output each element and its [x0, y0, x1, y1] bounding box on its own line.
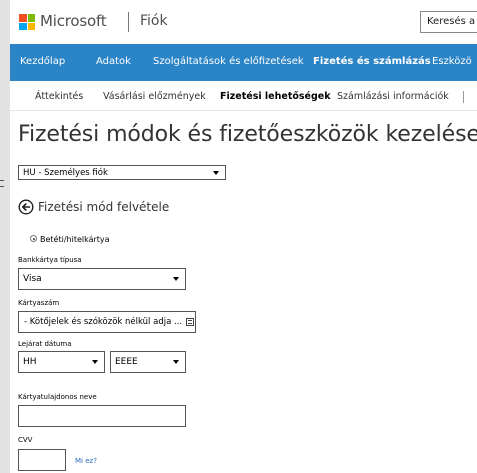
chevron-down-icon [213, 170, 219, 175]
card-type-radio[interactable] [30, 235, 37, 242]
microsoft-logo-icon[interactable] [19, 14, 35, 30]
subnav-item-billing-info[interactable]: Számlázási információk [337, 91, 449, 102]
topnav-item-payment-billing[interactable]: Fizetés és számlázás [313, 56, 431, 67]
chevron-down-icon [173, 360, 179, 364]
brand-name[interactable]: Microsoft [40, 12, 107, 30]
chevron-down-icon [92, 360, 98, 364]
gutter-tick [0, 180, 4, 181]
card-type-select[interactable]: Visa [18, 268, 186, 290]
card-icon [186, 318, 194, 326]
expiry-month-select[interactable]: HH [18, 351, 105, 373]
topnav-item-services[interactable]: Szolgáltatások és előfizetések [153, 56, 304, 67]
page-title: Fizetési módok és fizetőeszközök kezelés… [18, 122, 477, 147]
topnav-item-info[interactable]: Adatok [96, 56, 131, 67]
gutter-tick [0, 186, 4, 187]
header-divider [128, 12, 129, 32]
card-type-radio-label: Betéti/hitelkártya [40, 235, 110, 244]
whats-this-link[interactable]: Mi ez? [75, 457, 97, 465]
expiry-year-select[interactable]: EEEE [110, 351, 186, 373]
add-payment-method-title: Fizetési mód felvétele [38, 200, 170, 214]
sub-navigation: Áttekintés Vásárlási előzmények Fizetési… [10, 81, 477, 111]
account-select-value: HU - Személyes fiók [23, 168, 108, 178]
cvv-input[interactable] [18, 449, 66, 471]
subnav-item-purchase-history[interactable]: Vásárlási előzmények [103, 91, 206, 102]
top-navigation: Kezdőlap Adatok Szolgáltatások és előfiz… [10, 44, 477, 81]
header: Microsoft Fiók Keresés a [10, 0, 477, 43]
expiry-label: Lejárat dátuma [18, 340, 72, 348]
cardholder-name-label: Kártyatulajdonos neve [18, 393, 97, 401]
app-title[interactable]: Fiók [140, 13, 168, 29]
cardholder-name-input[interactable] [18, 405, 186, 427]
subnav-item-overview[interactable]: Áttekintés [35, 91, 83, 102]
card-number-label: Kártyaszám [18, 299, 60, 307]
card-number-input[interactable]: - Kötőjelek és szóközök nélkül adja ... [18, 311, 196, 333]
topnav-item-devices[interactable]: Eszközö [432, 56, 472, 67]
topnav-item-home[interactable]: Kezdőlap [20, 56, 65, 67]
card-type-select-value: Visa [23, 274, 42, 284]
search-input[interactable]: Keresés a [420, 11, 477, 33]
expiry-year-value: EEEE [115, 357, 138, 367]
subnav-item-payment-options[interactable]: Fizetési lehetőségek [220, 91, 331, 102]
account-select[interactable]: HU - Személyes fiók [18, 165, 226, 180]
back-arrow-icon[interactable] [18, 199, 34, 215]
cvv-label: CVV [18, 436, 33, 444]
card-type-label: Bankkártya típusa [18, 256, 82, 264]
subnav-divider [463, 91, 464, 103]
page: Microsoft Fiók Keresés a Kezdőlap Adatok… [10, 0, 477, 473]
expiry-month-value: HH [23, 357, 37, 367]
chevron-down-icon [173, 277, 179, 281]
